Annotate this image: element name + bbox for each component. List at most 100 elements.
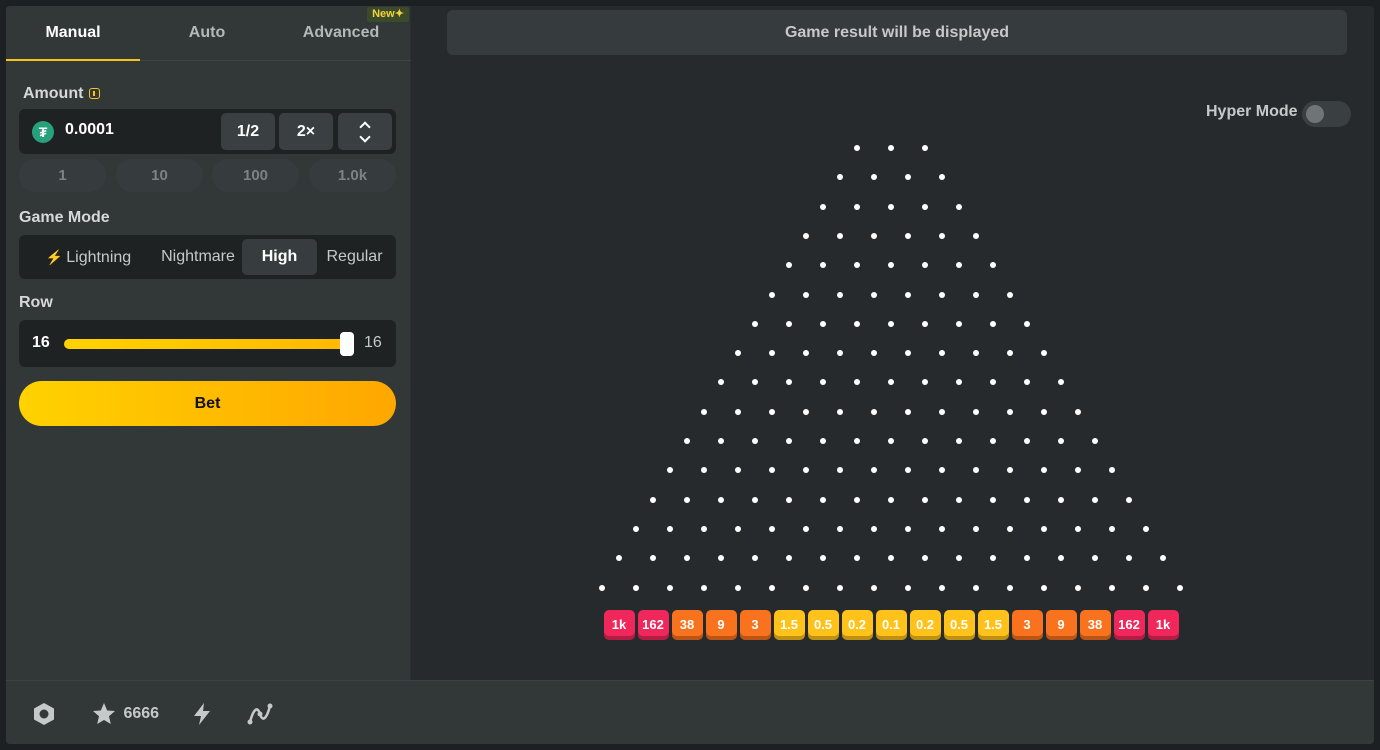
peg [939,350,945,357]
peg [905,291,911,298]
peg [1041,467,1047,474]
multiplier-bucket: 0.5 [943,610,975,640]
row-slider-handle[interactable] [340,332,354,356]
favorites-button[interactable]: 6666 [91,701,171,727]
peg [973,467,979,474]
peg [956,203,962,210]
chevron-down-icon[interactable] [359,131,371,143]
peg [1041,408,1047,415]
settings-icon[interactable] [31,701,57,727]
info-icon[interactable] [89,88,101,99]
peg [990,438,996,444]
multiplier-bucket: 0.2 [841,610,873,640]
peg [1143,584,1149,591]
peg [752,496,758,503]
peg [718,555,724,562]
peg [1075,525,1081,532]
mode-high[interactable]: High [242,239,317,275]
peg [786,555,792,562]
peg [667,467,673,474]
peg [956,379,962,386]
peg [990,496,996,503]
fairness-icon[interactable] [246,701,274,727]
row-value: 16 [32,334,50,351]
half-amount-button[interactable]: 1/2 [221,113,275,150]
peg [1092,496,1098,503]
amount-stepper[interactable] [338,113,392,150]
peg [888,379,894,386]
peg [803,291,809,298]
preset-amount-button[interactable]: 1.0k [309,159,396,192]
peg [922,555,928,562]
peg [1092,438,1098,444]
peg [837,467,843,474]
peg [667,584,673,591]
multiplier-bucket: 9 [705,610,737,640]
mode-regular[interactable]: Regular [317,239,392,275]
double-amount-button[interactable]: 2× [279,113,333,150]
peg [854,203,860,210]
peg [1024,438,1030,444]
peg [871,467,877,474]
lightning-icon[interactable] [189,701,215,727]
multiplier-bucket: 3 [1011,610,1043,640]
peg [1041,525,1047,532]
amount-label-row: Amount [23,85,101,103]
peg [973,232,979,239]
multiplier-bucket: 0.2 [909,610,941,640]
peg [837,291,843,298]
peg [939,408,945,415]
peg [939,525,945,532]
peg [973,350,979,357]
multiplier-bucket: 1k [1147,610,1179,640]
peg [1024,379,1030,386]
peg [633,525,639,532]
peg [1058,555,1064,562]
peg [735,467,741,474]
tab-auto[interactable]: Auto [140,6,274,61]
peg [786,496,792,503]
bet-button[interactable]: Bet [19,381,396,426]
peg [684,496,690,503]
mode-nightmare[interactable]: Nightmare [154,239,242,275]
preset-amount-button[interactable]: 1 [19,159,106,192]
tab-manual[interactable]: Manual [6,6,140,61]
preset-amount-button[interactable]: 10 [116,159,203,192]
peg [752,438,758,444]
peg [871,291,877,298]
peg [1024,496,1030,503]
peg [939,584,945,591]
mode-lightning[interactable]: ⚡ Lightning [23,239,154,275]
peg [735,525,741,532]
favorites-count: 6666 [123,705,160,722]
amount-input[interactable]: 0.0001 [65,121,114,139]
hyper-mode-label: Hyper Mode [1206,103,1298,120]
preset-amount-button[interactable]: 100 [212,159,299,192]
peg [1041,584,1047,591]
peg [769,350,775,357]
peg [854,145,860,151]
peg [854,496,860,503]
peg [871,232,877,239]
row-slider[interactable] [64,332,354,356]
peg [956,438,962,444]
tab-bar: Manual Auto Advanced New✦ [6,6,411,61]
hyper-mode-toggle[interactable] [1302,101,1351,127]
peg [803,350,809,357]
peg [1092,555,1098,562]
peg [820,320,826,327]
peg [1007,467,1013,474]
peg [854,555,860,562]
peg [837,174,843,181]
peg [973,408,979,415]
peg [922,496,928,503]
peg [820,438,826,444]
multiplier-bucket: 3 [739,610,771,640]
peg [718,379,724,386]
amount-label: Amount [23,85,84,102]
peg [1126,555,1132,562]
row-slider-fill [64,339,354,349]
mode-lightning-label: Lightning [66,249,132,266]
peg [701,467,707,474]
peg [888,320,894,327]
